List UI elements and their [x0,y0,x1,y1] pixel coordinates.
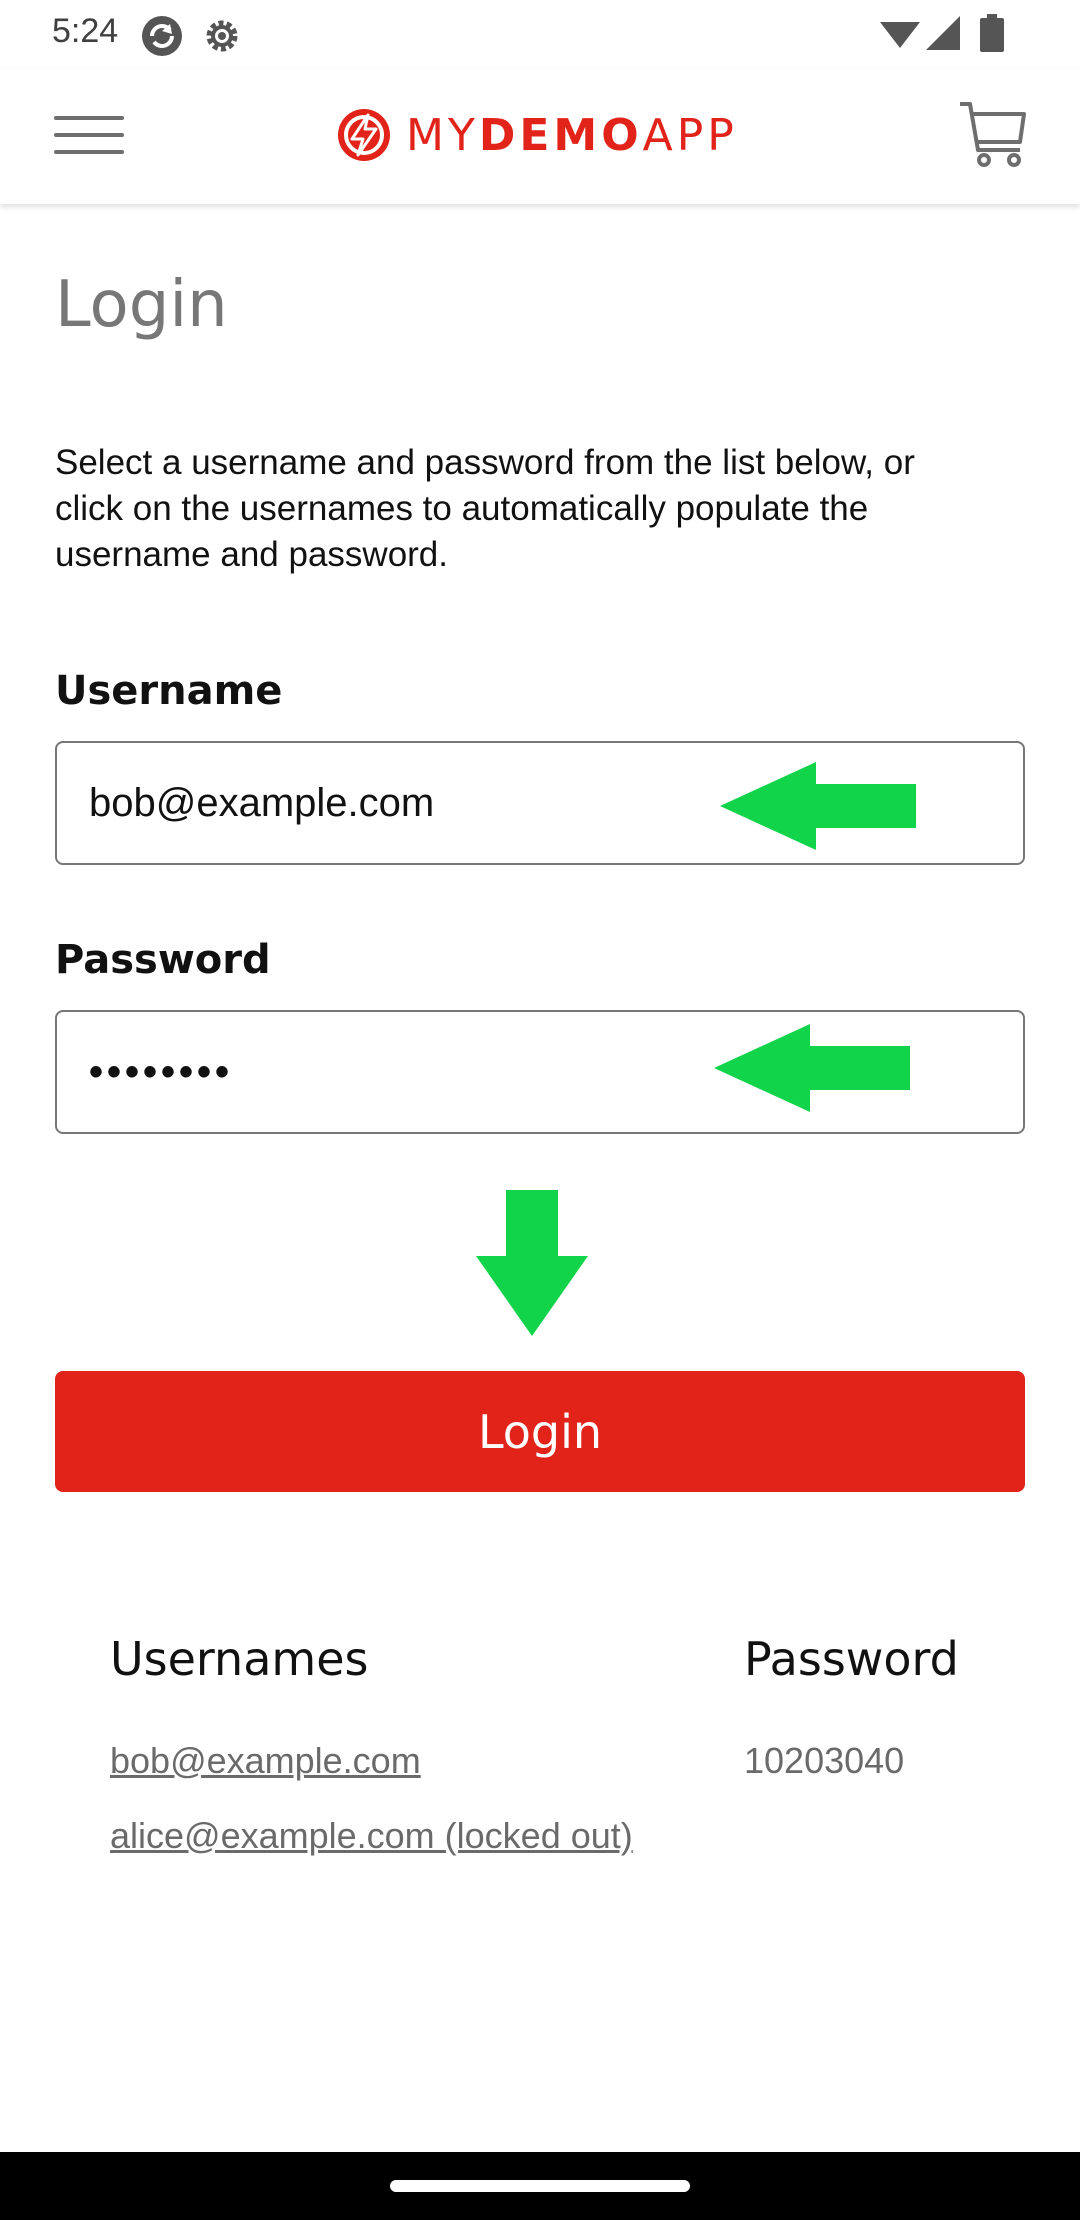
username-link-bob[interactable]: bob@example.com [110,1740,421,1782]
signal-icon [926,16,960,50]
sync-icon [142,16,182,56]
battery-icon [980,14,1004,52]
logo-icon [338,109,390,161]
logo-text: MYDEMOAPP [406,109,738,161]
settings-icon [206,20,238,52]
login-button-label: Login [477,1404,603,1459]
navigation-bar [0,2152,1080,2220]
password-value-masked: •••••••• [89,1049,234,1094]
username-label: Username [55,668,283,714]
app-header: MYDEMOAPP [0,68,1080,204]
status-time: 5:24 [52,12,119,50]
cart-button[interactable] [956,98,1028,170]
wifi-icon [880,22,920,48]
screen: 5:24 MYDEMOAPP Login Select a username a… [0,0,1080,2220]
usernames-header: Usernames [110,1632,369,1686]
password-header: Password [744,1632,959,1686]
password-value: 10203040 [744,1740,905,1781]
login-button[interactable]: Login [55,1371,1025,1492]
home-handle[interactable] [390,2180,690,2192]
username-link-alice[interactable]: alice@example.com (locked out) [110,1815,633,1857]
intro-text: Select a username and password from the … [55,443,915,574]
status-bar: 5:24 [0,0,1080,68]
app-logo: MYDEMOAPP [336,104,738,166]
annotation-arrow-left-icon [714,1024,910,1112]
annotation-arrow-left-icon [720,762,916,850]
menu-button[interactable] [54,112,124,158]
password-label: Password [55,937,271,983]
cart-icon [960,102,1026,167]
username-value: bob@example.com [89,780,435,825]
page-title: Login [55,268,228,342]
annotation-arrow-down-icon [476,1190,588,1336]
